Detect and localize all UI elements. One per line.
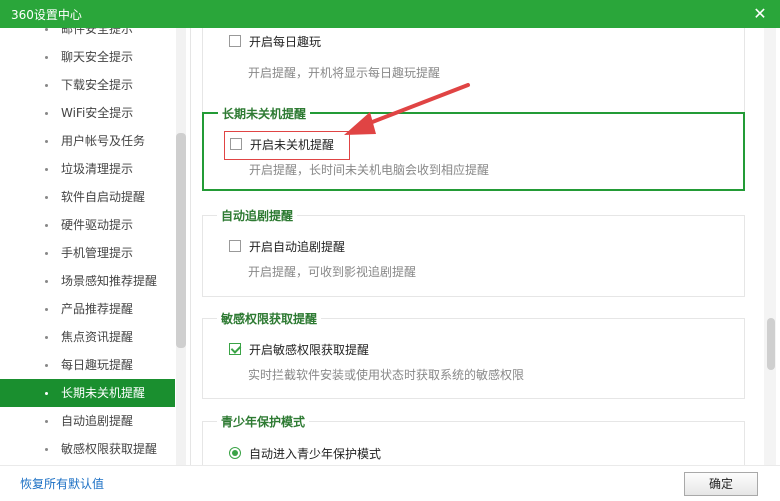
sidebar-item-label: 用户帐号及任务 (61, 134, 146, 148)
sidebar-item[interactable]: WiFi安全提示 (0, 99, 175, 127)
sidebar-item[interactable]: 每日趣玩提醒 (0, 351, 175, 379)
bullet-icon (45, 168, 48, 171)
bullet-icon (45, 140, 48, 143)
daily-fun-label[interactable]: 开启每日趣玩 (249, 33, 321, 50)
sidebar-item-label: 聊天安全提示 (61, 50, 134, 64)
sidebar-item-label: 软件自启动提醒 (61, 190, 146, 204)
bullet-icon (45, 56, 48, 59)
ok-button[interactable]: 确定 (684, 472, 758, 496)
sidebar-item-label: WiFi安全提示 (61, 106, 134, 120)
sidebar-item-label: 垃圾清理提示 (61, 162, 134, 176)
youth-mode-radio[interactable] (229, 447, 241, 459)
sidebar-item[interactable]: 垃圾清理提示 (0, 155, 175, 183)
group-long-uptime: 长期未关机提醒 开启未关机提醒 开启提醒，长时间未关机电脑会收到相应提醒 (202, 105, 745, 191)
bullet-icon (45, 196, 48, 199)
bullet-icon (45, 28, 48, 31)
sidebar-scrollbar-thumb[interactable] (176, 133, 186, 348)
long-uptime-checkbox[interactable] (230, 138, 242, 150)
restore-defaults-link[interactable]: 恢复所有默认值 (20, 475, 104, 492)
sidebar-item[interactable]: 自动追剧提醒 (0, 407, 175, 435)
option-long-uptime[interactable]: 开启未关机提醒 (230, 136, 334, 152)
sidebar-item[interactable]: 软件自启动提醒 (0, 183, 175, 211)
bullet-icon (45, 280, 48, 283)
sidebar-item-label: 手机管理提示 (61, 246, 134, 260)
sidebar-list: 邮件安全提示聊天安全提示 下载安全提示 WiFi安全提示 用户帐号及任务 垃圾清理提示软… (0, 28, 175, 463)
bullet-icon (45, 392, 48, 395)
sidebar-item-label: 产品推荐提醒 (61, 302, 134, 316)
option-daily-fun[interactable]: 开启每日趣玩 (229, 33, 321, 49)
bullet-icon (45, 252, 48, 255)
sidebar-item[interactable]: 手机管理提示 (0, 239, 175, 267)
long-uptime-label[interactable]: 开启未关机提醒 (250, 136, 334, 153)
main-scrollbar-thumb[interactable] (767, 318, 775, 370)
sidebar-item[interactable]: 长期未关机提醒 (0, 379, 175, 407)
sidebar-item[interactable]: 邮件安全提示 (0, 28, 175, 43)
sensitive-permission-desc: 实时拦截软件安装或使用状态时获取系统的敏感权限 (248, 368, 525, 382)
footer-bar: 恢复所有默认值 确定 (0, 465, 780, 501)
group-auto-drama: 自动追剧提醒 开启自动追剧提醒 开启提醒，可收到影视追剧提醒 (202, 207, 745, 297)
long-uptime-desc: 开启提醒，长时间未关机电脑会收到相应提醒 (249, 163, 490, 177)
sensitive-permission-checkbox[interactable] (229, 343, 241, 355)
daily-fun-desc: 开启提醒，开机将显示每日趣玩提醒 (248, 66, 441, 80)
daily-fun-checkbox[interactable] (229, 35, 241, 47)
settings-panel: 开启每日趣玩 开启提醒，开机将显示每日趣玩提醒 长期未关机提醒 开启未关机提醒 … (192, 28, 762, 465)
sensitive-permission-title: 敏感权限获取提醒 (217, 310, 322, 327)
sidebar-item[interactable]: 聊天安全提示 (0, 43, 175, 71)
sidebar-item-label: 下载安全提示 (61, 78, 134, 92)
sidebar-item[interactable]: 场景感知推荐提醒 (0, 267, 175, 295)
sidebar-item-label: 场景感知推荐提醒 (61, 274, 158, 288)
bullet-icon (45, 84, 48, 87)
sidebar-item[interactable]: 下载安全提示 (0, 71, 175, 99)
sidebar-item-label: 自动追剧提醒 (61, 414, 134, 428)
sensitive-permission-label[interactable]: 开启敏感权限获取提醒 (249, 341, 369, 358)
bullet-icon (45, 448, 48, 451)
close-icon[interactable]: ✕ (750, 4, 770, 24)
bullet-icon (45, 420, 48, 423)
title-bar: 360设置中心 ✕ (0, 0, 780, 28)
bullet-icon (45, 112, 48, 115)
group-daily-fun: 开启每日趣玩 开启提醒，开机将显示每日趣玩提醒 (202, 28, 745, 113)
bullet-icon (45, 224, 48, 227)
option-youth-mode[interactable]: 自动进入青少年保护模式 (229, 445, 381, 461)
auto-drama-title: 自动追剧提醒 (217, 207, 298, 224)
window-title: 360设置中心 (11, 8, 82, 22)
bullet-icon (45, 308, 48, 311)
sidebar-item-label: 硬件驱动提示 (61, 218, 134, 232)
sidebar-item[interactable]: 敏感权限获取提醒 (0, 435, 175, 463)
group-sensitive-permission: 敏感权限获取提醒 开启敏感权限获取提醒 实时拦截软件安装或使用状态时获取系统的敏… (202, 310, 745, 399)
youth-mode-title: 青少年保护模式 (217, 413, 310, 430)
auto-drama-desc: 开启提醒，可收到影视追剧提醒 (248, 265, 417, 279)
sidebar: 邮件安全提示聊天安全提示 下载安全提示 WiFi安全提示 用户帐号及任务 垃圾清理提示软… (0, 28, 191, 465)
sidebar-item-label: 焦点资讯提醒 (61, 330, 134, 344)
auto-drama-checkbox[interactable] (229, 240, 241, 252)
sidebar-item[interactable]: 用户帐号及任务 (0, 127, 175, 155)
youth-mode-label[interactable]: 自动进入青少年保护模式 (249, 445, 381, 462)
sidebar-item-label: 邮件安全提示 (61, 28, 134, 36)
sidebar-item-label: 每日趣玩提醒 (61, 358, 134, 372)
sidebar-item-label: 敏感权限获取提醒 (61, 442, 158, 456)
auto-drama-label[interactable]: 开启自动追剧提醒 (249, 238, 345, 255)
bullet-icon (45, 364, 48, 367)
sidebar-item-label: 长期未关机提醒 (61, 386, 146, 400)
option-sensitive-permission[interactable]: 开启敏感权限获取提醒 (229, 341, 369, 357)
group-youth-mode: 青少年保护模式 自动进入青少年保护模式 (202, 413, 745, 465)
sidebar-item[interactable]: 产品推荐提醒 (0, 295, 175, 323)
bullet-icon (45, 336, 48, 339)
main-scrollbar-track[interactable] (764, 28, 776, 465)
sidebar-item[interactable]: 硬件驱动提示 (0, 211, 175, 239)
sidebar-item[interactable]: 焦点资讯提醒 (0, 323, 175, 351)
option-auto-drama[interactable]: 开启自动追剧提醒 (229, 238, 345, 254)
long-uptime-title: 长期未关机提醒 (218, 105, 311, 122)
